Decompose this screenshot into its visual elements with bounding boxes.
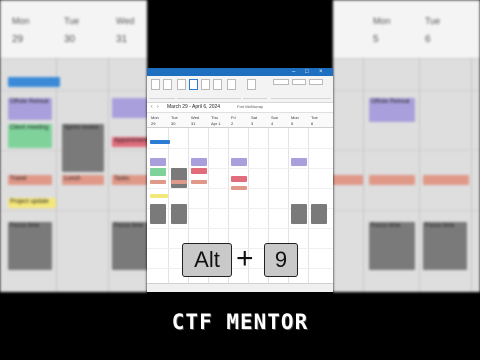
work-week-view-button[interactable] (189, 79, 198, 90)
calendar-event[interactable] (150, 194, 168, 198)
close-icon[interactable]: × (319, 69, 323, 75)
background-calendar-left: Mon 29 Tue 30 Wed 31 Offsite Retreat Cli… (0, 0, 147, 292)
day-number: 5 (373, 34, 379, 45)
calendar-event: Sprint review (62, 124, 104, 172)
day-name: Wed (191, 115, 200, 120)
calendar-event (423, 175, 469, 185)
day-name: Fri (231, 115, 236, 120)
calendar-event[interactable] (171, 168, 187, 188)
calendar-event[interactable] (191, 168, 207, 174)
calendar-event: Offsite Retreat (8, 98, 52, 120)
calendar-event[interactable] (150, 204, 166, 224)
day-header-left: Mon 29 Tue 30 Wed 31 (0, 0, 147, 59)
calendar-event: Project update (8, 198, 56, 208)
calendar-event[interactable] (311, 204, 327, 224)
day-name: Tue (64, 16, 80, 26)
day-name: Mon (291, 115, 299, 120)
calendar-event[interactable] (150, 140, 170, 144)
schedule-view-button[interactable] (227, 79, 236, 90)
title-bar: – □ × (147, 68, 333, 76)
nine-key-cap: 9 (264, 243, 298, 277)
plus-sign: + (236, 242, 254, 275)
calendar-event[interactable] (191, 180, 207, 184)
day-number: 29 (12, 34, 24, 45)
day-header-right: Mon 5 Tue 6 (333, 0, 480, 59)
calendar-event: Tasks (112, 175, 147, 185)
week-view-button[interactable] (201, 79, 210, 90)
maximize-icon[interactable]: □ (305, 69, 309, 75)
brand-caption: CTF MENTOR (171, 310, 309, 334)
day-name: Sun (271, 115, 279, 120)
calendar-event[interactable] (231, 158, 247, 166)
caption-banner: CTF MENTOR (147, 292, 333, 360)
calendar-event[interactable] (171, 180, 187, 184)
day-name: Tue (311, 115, 318, 120)
calendar-event: Client meeting (8, 124, 52, 148)
status-bar (147, 283, 333, 292)
day-number: 5 (291, 121, 294, 126)
calendar-event[interactable] (191, 158, 207, 166)
calendar-event[interactable] (150, 180, 166, 184)
today-button[interactable] (163, 79, 172, 90)
next-week-icon[interactable]: › (157, 104, 159, 110)
calendar-event: Focus time (8, 222, 52, 270)
day-column-headers: Mon 29 Tue 30 Wed 31 Thu Apr 1 Fri 2 Sat… (147, 113, 333, 128)
calendar-event: Travel (8, 175, 52, 185)
day-number: 30 (171, 121, 176, 126)
day-name: Thu (211, 115, 218, 120)
calendar-event (333, 175, 363, 185)
calendar-event[interactable] (291, 204, 307, 224)
day-number: 30 (64, 34, 76, 45)
calendar-event: Focus time (112, 222, 147, 270)
calendar-event: Focus time (369, 222, 415, 270)
month-view-button[interactable] (213, 79, 222, 90)
day-number: 3 (251, 121, 254, 126)
calendar-event[interactable] (291, 158, 307, 166)
day-number: Apr 1 (211, 121, 221, 126)
share-calendar-button[interactable] (273, 79, 289, 85)
ribbon-toolbar (147, 76, 333, 103)
alt-key-cap: Alt (182, 243, 232, 277)
calendar-event: Appointment (112, 137, 147, 147)
day-number: 6 (311, 121, 314, 126)
calendar-event[interactable] (150, 158, 166, 166)
day-view-button[interactable] (177, 79, 186, 90)
day-number: 31 (191, 121, 196, 126)
calendar-event (8, 77, 60, 87)
day-number: 4 (271, 121, 274, 126)
calendar-event: Offsite Retreat (369, 98, 415, 122)
day-number: 29 (151, 121, 156, 126)
day-name: Mon (12, 16, 30, 26)
day-number: 31 (116, 34, 128, 45)
day-name: Wed (116, 16, 135, 26)
date-navigation: ‹ › March 29 - April 6, 2024 Fort McMurr… (147, 103, 333, 113)
calendar-event[interactable] (150, 168, 166, 176)
day-name: Tue (425, 16, 441, 26)
calendar-event: Focus time (423, 222, 467, 270)
day-name: Tue (171, 115, 178, 120)
day-number: 6 (425, 34, 431, 45)
calendar-event[interactable] (231, 186, 247, 190)
date-range-label[interactable]: March 29 - April 6, 2024 (167, 104, 220, 110)
calendar-event[interactable] (231, 176, 247, 182)
day-name: Mon (373, 16, 391, 26)
calendar-event (369, 175, 415, 185)
day-name: Mon (151, 115, 159, 120)
weather-location: Fort McMurray (237, 104, 263, 109)
previous-week-icon[interactable]: ‹ (151, 104, 153, 110)
calendar-permissions-button[interactable] (309, 79, 323, 85)
calendar-event: Lunch (62, 175, 104, 185)
open-calendar-button[interactable] (247, 79, 256, 90)
minimize-icon[interactable]: – (292, 69, 295, 75)
new-event-button[interactable] (151, 79, 160, 90)
calendar-event (112, 98, 147, 118)
day-name: Sat (251, 115, 258, 120)
publish-online-button[interactable] (292, 79, 306, 85)
day-number: 2 (231, 121, 234, 126)
background-calendar-right: Mon 5 Tue 6 Offsite Retreat Focus time F… (333, 0, 480, 292)
calendar-event[interactable] (171, 204, 187, 224)
